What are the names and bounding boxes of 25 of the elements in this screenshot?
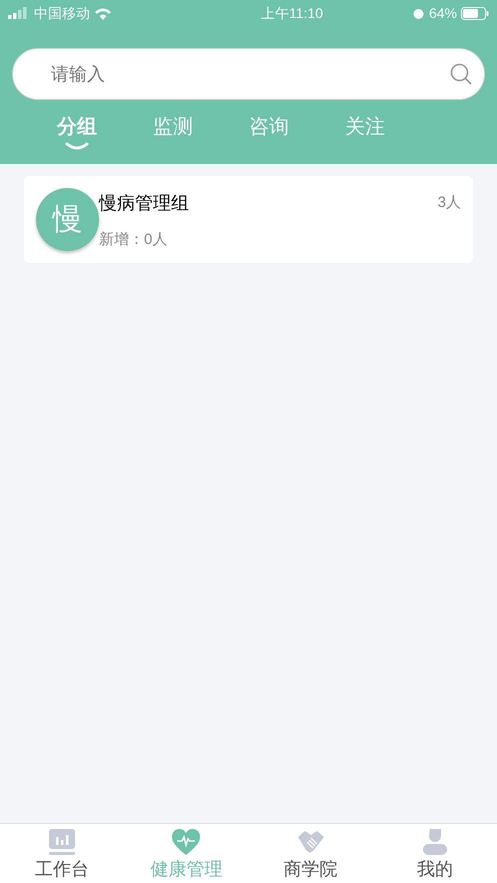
search-field[interactable]: 请输入 [12,48,485,100]
person-icon [420,828,449,856]
wifi-icon [94,6,112,20]
carrier-name: 中国移动 [34,4,90,22]
alarm-icon [412,6,425,20]
heart-pulse-icon [171,828,202,856]
tab[interactable]: 分组 [44,112,110,164]
handshake-icon [296,828,326,856]
nav-item[interactable]: 我的 [372,824,497,883]
tab[interactable]: 咨询 [236,112,302,164]
group-name: 慢病管理组 [99,192,190,215]
tab-indicator-icon [65,142,89,150]
nav-item[interactable]: 健康管理 [124,824,248,883]
search-icon[interactable] [449,62,473,86]
nav-item[interactable]: 工作台 [0,824,124,883]
tab[interactable]: 关注 [332,112,398,164]
battery-percent: 64% [428,4,457,22]
group-avatar: 慢 [36,188,99,251]
status-time: 上午11:10 [260,4,323,22]
member-count: 3人 [438,193,461,213]
new-count: 新增：0人 [99,230,168,250]
battery-icon [461,6,489,20]
tab[interactable]: 监测 [140,112,206,164]
nav-item[interactable]: 商学院 [248,824,373,883]
bar-chart-icon [48,828,76,856]
